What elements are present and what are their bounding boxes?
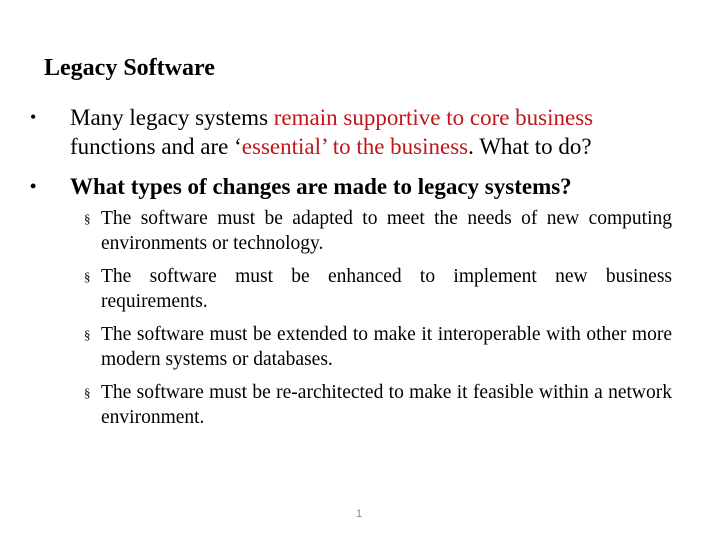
bullet-text-normal: Many legacy systems — [70, 105, 274, 130]
section-marker-icon: § — [84, 211, 91, 226]
section-marker-icon: § — [84, 269, 91, 284]
sub-bullet-text: The software must be enhanced to impleme… — [101, 266, 672, 312]
bullet-text: Many legacy systems remain supportive to… — [70, 103, 675, 161]
bullet-text-highlight: remain supportive to core business — [273, 105, 594, 130]
section-marker-icon: § — [84, 327, 91, 342]
bullet-text-normal: . What to do? — [468, 134, 592, 159]
sub-bullet-text: The software must be extended to make it… — [101, 324, 672, 370]
bullet-marker: • — [30, 176, 37, 196]
section-marker-icon: § — [84, 385, 91, 400]
page-number: 1 — [355, 508, 363, 520]
sub-bullet-text: The software must be adapted to meet the… — [101, 208, 672, 254]
bullet-text-highlight: essential’ to the business — [241, 134, 469, 159]
sub-bullet-text: The software must be re-architected to m… — [101, 382, 672, 428]
bullet-text-normal: functions and are ‘ — [70, 134, 242, 159]
bullet-text: What types of changes are made to legacy… — [70, 174, 572, 199]
bullet-marker: • — [30, 107, 37, 127]
slide-title: Legacy Software — [44, 55, 215, 81]
